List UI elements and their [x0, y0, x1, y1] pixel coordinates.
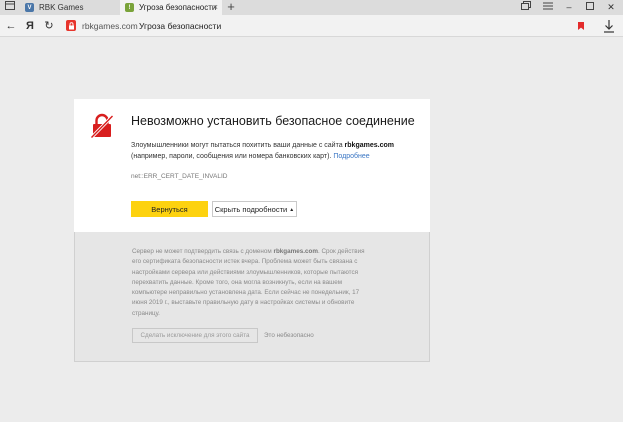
url-host[interactable]: rbkgames.com [82, 15, 138, 37]
desc-site-name: rbkgames.com [344, 142, 394, 149]
close-window-icon[interactable]: ✕ [604, 0, 618, 15]
menu-icon[interactable] [541, 0, 555, 15]
reload-icon[interactable]: ↻ [41, 15, 57, 37]
minimize-icon[interactable]: – [562, 0, 576, 15]
details-panel: Сервер не может подтвердить связь с доме… [74, 232, 430, 362]
unsafe-note: Это небезопасно [264, 332, 314, 339]
hide-details-button[interactable]: Скрыть подробности ▲ [212, 201, 297, 217]
back-arrow-icon[interactable]: ← [3, 15, 19, 37]
go-back-button[interactable]: Вернуться [131, 201, 208, 217]
triangle-up-icon: ▲ [289, 206, 295, 213]
tab-bar: V RBK Games ! Угроза безопасности × + – … [0, 0, 623, 15]
yandex-logo-icon[interactable]: Я [22, 15, 38, 37]
tab-rbk-games[interactable]: V RBK Games [20, 0, 120, 15]
address-bar: ← Я ↻ rbkgames.com Угроза безопасности [0, 15, 623, 37]
details-site-name: rbkgames.com [273, 248, 318, 255]
broken-lock-icon [90, 113, 114, 139]
tab-manager-icon[interactable] [519, 0, 533, 15]
details-text-head: Сервер не может подтвердить связь с доме… [132, 248, 272, 255]
bookmark-icon[interactable] [578, 22, 584, 30]
tab-security-threat[interactable]: ! Угроза безопасности × [120, 0, 222, 15]
tabs-list-icon[interactable] [3, 0, 17, 15]
error-code: net::ERR_CERT_DATE_INVALID [131, 173, 228, 180]
details-text-tail: . Срок действия его сертификата безопасн… [132, 248, 365, 317]
error-title: Невозможно установить безопасное соедине… [131, 114, 415, 128]
details-text: Сервер не может подтвердить связь с доме… [132, 247, 372, 319]
tab-title: RBK Games [39, 3, 84, 12]
new-tab-icon[interactable]: + [225, 0, 237, 15]
error-card: Невозможно установить безопасное соедине… [74, 99, 430, 232]
download-icon[interactable] [603, 18, 615, 34]
more-info-link[interactable]: Подробнее [333, 153, 369, 160]
maximize-icon[interactable] [583, 0, 597, 15]
url-page-title[interactable]: Угроза безопасности [139, 15, 221, 37]
desc-text-tail: (например, пароли, сообщения или номера … [131, 153, 332, 160]
desc-text: Злоумышленники могут пытаться похитить в… [131, 142, 343, 149]
security-warning-badge-icon[interactable] [66, 20, 76, 31]
add-exception-button[interactable]: Сделать исключение для этого сайта [132, 328, 258, 343]
vk-icon: V [25, 3, 34, 12]
hide-details-label: Скрыть подробности [214, 204, 288, 214]
close-tab-icon[interactable]: × [213, 2, 218, 12]
warning-icon: ! [125, 3, 134, 12]
tab-title: Угроза безопасности [139, 3, 217, 12]
error-description: Злоумышленники могут пытаться похитить в… [131, 140, 421, 162]
